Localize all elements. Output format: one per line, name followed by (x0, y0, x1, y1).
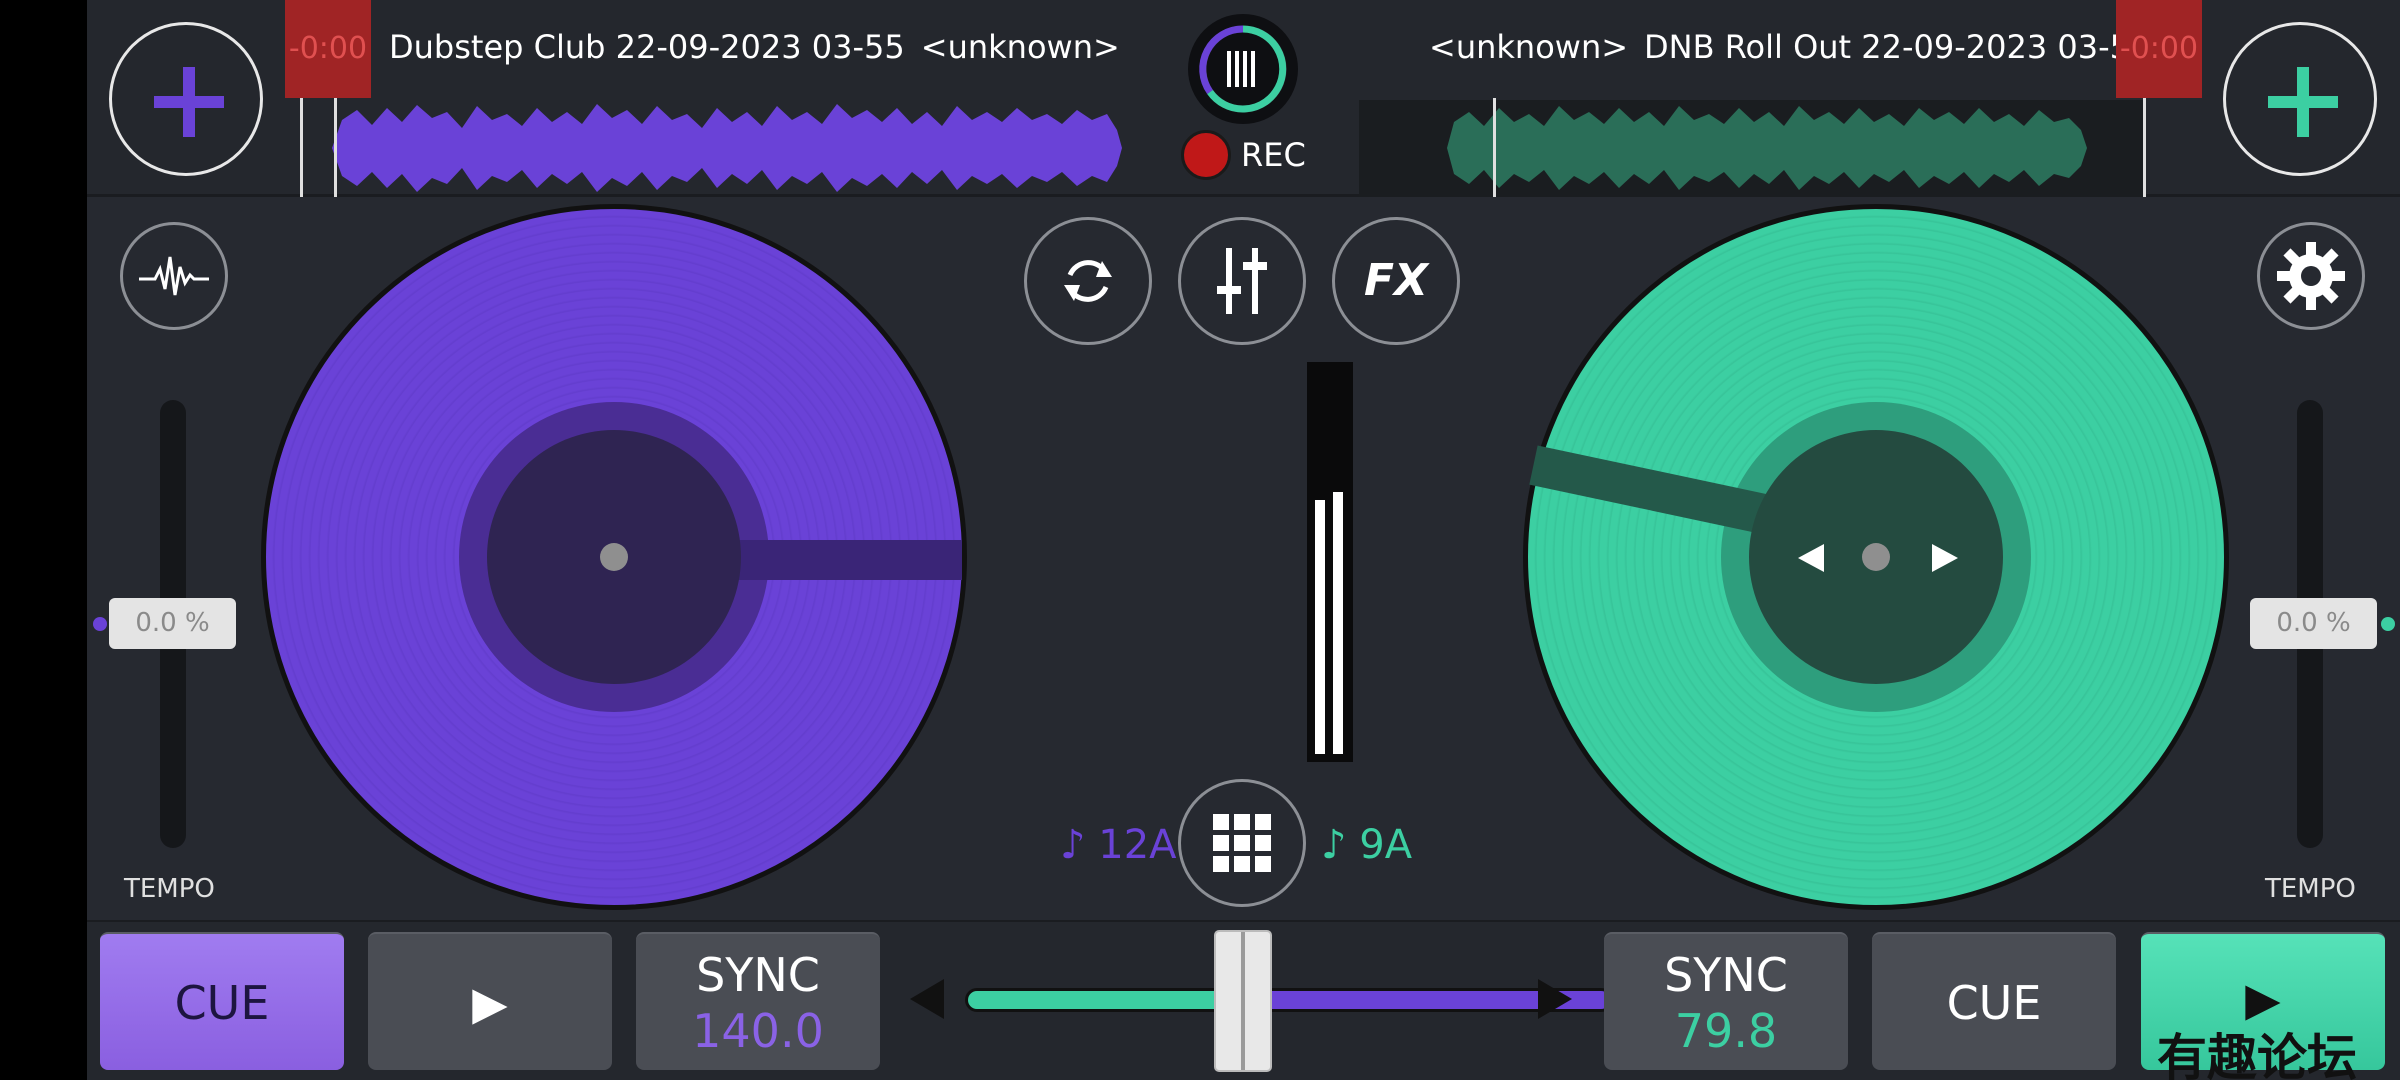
plus-icon (154, 67, 224, 137)
record-label: REC (1241, 136, 1306, 174)
left-tempo-label: TEMPO (124, 874, 215, 904)
watermark: 有趣论坛 (2157, 1028, 2357, 1080)
left-track-info[interactable]: Dubstep Club 22-09-2023 03-55 <unknown> (389, 28, 1120, 66)
right-end-marker (2143, 98, 2146, 197)
record-button[interactable] (1181, 130, 1231, 180)
left-sync-button[interactable]: SYNC 140.0 (636, 932, 880, 1070)
left-position-marker (726, 540, 962, 580)
mixer-button[interactable] (1178, 217, 1306, 345)
right-sync-button[interactable]: SYNC 79.8 (1604, 932, 1848, 1070)
waveform-icon (139, 256, 209, 296)
left-time-remaining: -0:00 (285, 0, 371, 98)
gear-icon (2277, 242, 2345, 310)
right-track-artist: <unknown> (1429, 28, 1629, 66)
right-position-marker (1529, 445, 1783, 537)
right-turntable[interactable] (1523, 204, 2229, 910)
right-cue-label: CUE (1946, 976, 2042, 1030)
pads-button[interactable] (1178, 779, 1306, 907)
left-play-button[interactable]: ▶ (368, 932, 612, 1070)
right-level-bar (1333, 492, 1343, 754)
right-bpm: 79.8 (1674, 1004, 1778, 1058)
left-bpm: 140.0 (692, 1004, 824, 1058)
right-tempo-value[interactable]: 0.0 % (2250, 598, 2377, 649)
left-playhead-marker[interactable] (300, 98, 303, 197)
right-spindle (1862, 543, 1890, 571)
settings-button[interactable] (2257, 222, 2365, 330)
right-cue-button[interactable]: CUE (1872, 932, 2116, 1070)
grid-icon (1213, 814, 1271, 872)
crossfader-track-left[interactable] (965, 988, 1245, 1012)
right-tempo-indicator (2381, 617, 2395, 631)
add-track-left-button[interactable] (109, 22, 263, 176)
fx-icon: FX (1364, 255, 1428, 306)
left-play-icon: ▶ (472, 976, 508, 1030)
crossfader-handle[interactable] (1214, 930, 1272, 1072)
crossfader-left-arrow[interactable] (910, 979, 944, 1019)
right-waveform[interactable] (1359, 100, 2144, 197)
crossfader-right-arrow[interactable] (1538, 979, 1572, 1019)
right-cue-marker (1493, 98, 1496, 197)
level-meter (1307, 362, 1353, 762)
right-time-remaining: -0:00 (2116, 0, 2202, 98)
left-key: ♪ 12A (1060, 822, 1177, 868)
loop-icon (1064, 260, 1112, 302)
right-track-info[interactable]: <unknown> DNB Roll Out 22-09-2023 03-56 (1429, 28, 2150, 66)
left-turntable[interactable] (261, 204, 967, 910)
left-waveform[interactable] (302, 100, 1182, 197)
left-track-artist: <unknown> (920, 28, 1120, 66)
left-sync-label: SYNC (696, 948, 820, 1002)
add-track-right-button[interactable] (2223, 22, 2377, 176)
right-track-title: DNB Roll Out 22-09-2023 03-56 (1644, 28, 2151, 66)
next-icon[interactable] (1932, 544, 1958, 572)
fx-button[interactable]: FX (1332, 217, 1460, 345)
left-tempo-value[interactable]: 0.0 % (109, 598, 236, 649)
left-tempo-indicator (93, 617, 107, 631)
right-sync-label: SYNC (1664, 948, 1788, 1002)
loop-button[interactable] (1024, 217, 1152, 345)
left-track-title: Dubstep Club 22-09-2023 03-55 (389, 28, 905, 66)
right-tempo-label: TEMPO (2265, 874, 2356, 904)
recorder-dial[interactable] (1188, 14, 1298, 124)
previous-icon[interactable] (1798, 544, 1824, 572)
right-key: ♪ 9A (1321, 822, 1413, 868)
left-cue-marker (334, 98, 337, 197)
left-spindle (600, 543, 628, 571)
left-cue-button[interactable]: CUE (100, 932, 344, 1070)
record-icon (1199, 25, 1287, 113)
waveform-view-button[interactable] (120, 222, 228, 330)
plus-icon (2268, 67, 2338, 137)
dj-app: -0:00 Dubstep Club 22-09-2023 03-55 <unkn… (87, 0, 2400, 1080)
left-cue-label: CUE (174, 976, 270, 1030)
mixer-icon (1217, 248, 1267, 314)
left-level-bar (1315, 500, 1325, 754)
